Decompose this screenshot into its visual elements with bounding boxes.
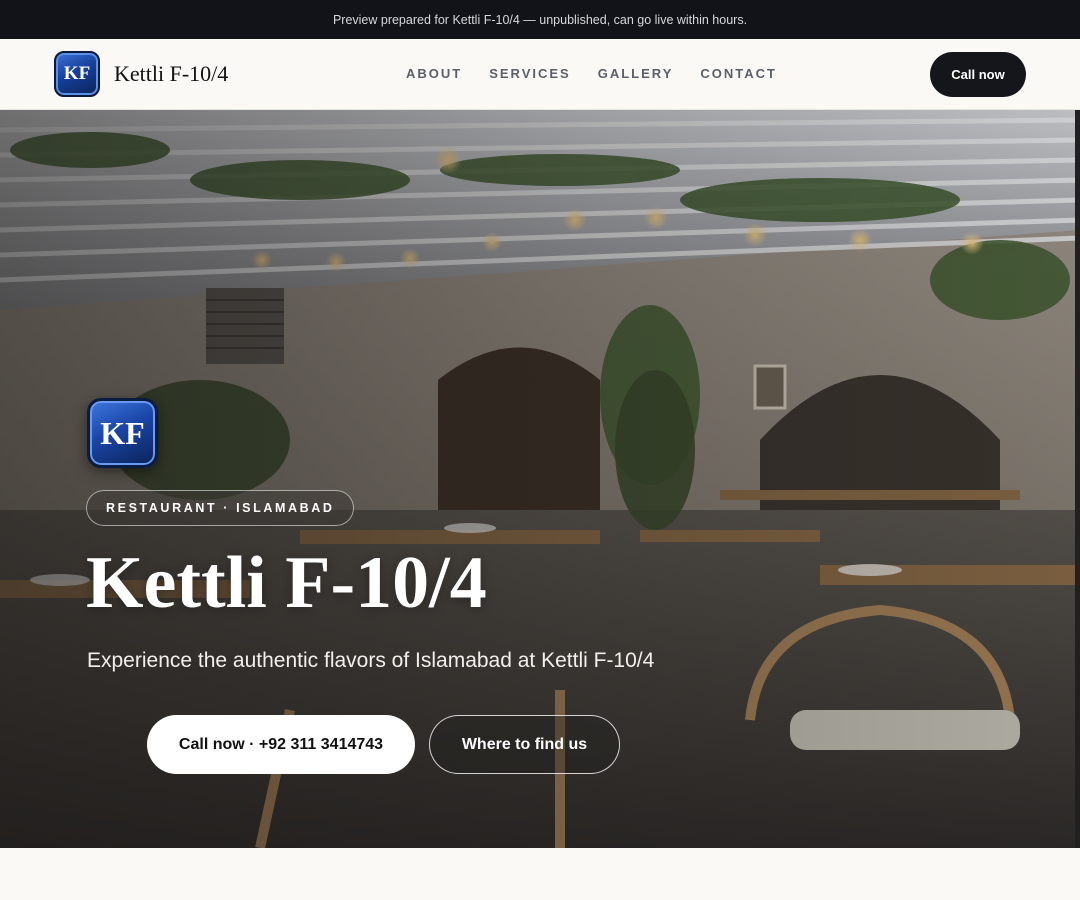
top-navigation: KF Kettli F-10/4 ABOUT SERVICES GALLERY … xyxy=(0,39,1080,110)
call-phone-button[interactable]: Call now · +92 311 3414743 xyxy=(147,715,415,774)
brand-logo: KF xyxy=(54,51,100,97)
brand[interactable]: KF Kettli F-10/4 xyxy=(54,51,228,97)
hero-subtitle: Experience the authentic flavors of Isla… xyxy=(87,649,655,672)
hero-logo: KF xyxy=(87,398,158,468)
brand-name: Kettli F-10/4 xyxy=(114,61,229,86)
call-now-button[interactable]: Call now xyxy=(930,52,1026,97)
brand-logo-text: KF xyxy=(63,63,91,84)
nav-link-about[interactable]: ABOUT xyxy=(406,66,462,81)
category-badge: RESTAURANT · ISLAMABAD xyxy=(86,490,355,526)
hero-section: KF RESTAURANT · ISLAMABAD Kettli F-10/4 … xyxy=(0,110,1080,848)
preview-banner-text: Preview prepared for Kettli F-10/4 — unp… xyxy=(332,12,748,27)
nav-link-services[interactable]: SERVICES xyxy=(489,66,571,81)
hero-title: Kettli F-10/4 xyxy=(86,542,487,624)
nav-link-gallery[interactable]: GALLERY xyxy=(598,66,674,81)
hero-logo-text: KF xyxy=(100,414,145,451)
nav-links: ABOUT SERVICES GALLERY CONTACT xyxy=(406,66,804,81)
nav-link-contact[interactable]: CONTACT xyxy=(700,66,777,81)
find-us-button[interactable]: Where to find us xyxy=(429,715,620,774)
preview-banner: Preview prepared for Kettli F-10/4 — unp… xyxy=(0,0,1080,39)
